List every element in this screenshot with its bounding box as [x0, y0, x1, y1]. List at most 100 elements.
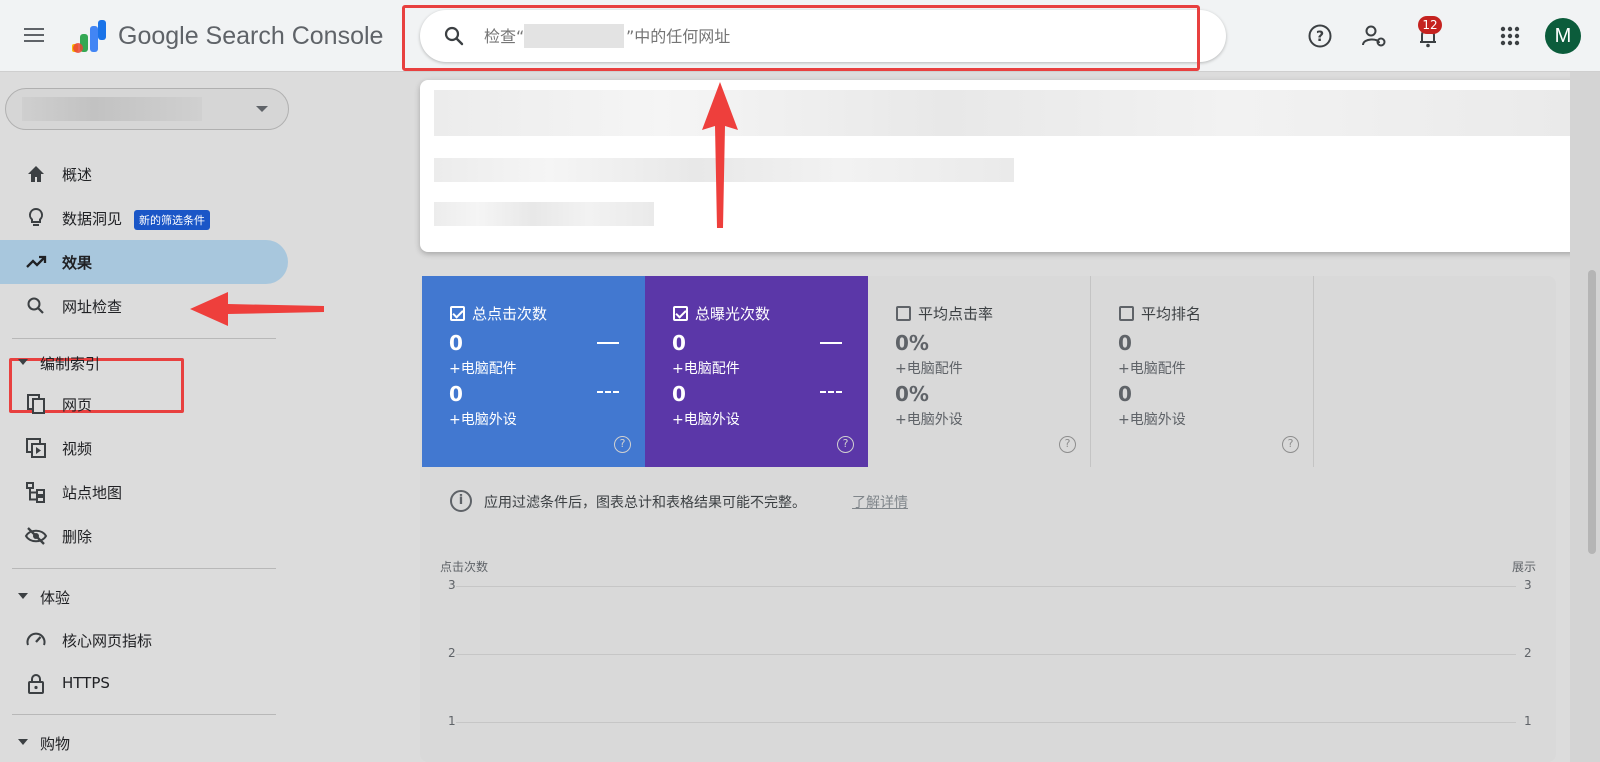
metric-filter-label: +电脑外设 — [895, 412, 963, 428]
sidebar-item-label: 核心网页指标 — [62, 632, 153, 650]
metric-filter-label: +电脑外设 — [1118, 412, 1186, 428]
metric-tile-average-position[interactable]: 平均排名 0 +电脑配件 0 +电脑外设 ? — [1091, 276, 1314, 467]
metric-filter-label: +电脑外设 — [449, 412, 517, 428]
user-settings-icon[interactable] — [1360, 22, 1388, 50]
main-menu-button[interactable] — [22, 24, 46, 48]
sidebar-nav: 概述 数据洞见 新的筛选条件 效果 网址检查 编制索引 网页 视频 站点地图 删… — [0, 72, 300, 762]
sidebar-item-videos[interactable]: 视频 — [0, 426, 288, 470]
y-axis-left-title: 点击次数 — [440, 560, 489, 574]
sitemap-icon — [26, 482, 45, 503]
y-right-tick: 2 — [1524, 646, 1532, 660]
dropdown-caret-icon — [256, 106, 268, 112]
metric-value: 0% — [895, 331, 929, 355]
y-left-tick: 2 — [448, 646, 456, 660]
metric-tile-total-clicks[interactable]: 总点击次数 0 +电脑配件 0 +电脑外设 ? — [422, 276, 645, 467]
y-right-tick: 1 — [1524, 714, 1532, 728]
metric-value: 0 — [1118, 382, 1132, 406]
metric-value: 0 — [1118, 331, 1132, 355]
sidebar-item-label: 概述 — [62, 166, 93, 184]
app-name[interactable]: Google Search Console — [118, 22, 383, 51]
nav-divider — [12, 714, 276, 715]
sidebar-item-insights[interactable]: 数据洞见 新的筛选条件 — [0, 196, 288, 240]
section-indexing[interactable]: 编制索引 — [0, 344, 288, 380]
redacted-property-name — [22, 97, 202, 121]
sidebar-item-label: 数据洞见 — [62, 210, 123, 228]
property-selector[interactable] — [5, 88, 289, 130]
metric-title: 总点击次数 — [472, 305, 548, 323]
metric-value: 0 — [672, 382, 686, 406]
sidebar-item-pages[interactable]: 网页 — [0, 382, 288, 426]
help-circle-icon[interactable]: ? — [1059, 436, 1076, 453]
dashed-line-legend-icon — [820, 391, 842, 393]
annotation-arrow-up — [702, 82, 738, 228]
metric-value: 0 — [449, 382, 463, 406]
help-circle-icon[interactable]: ? — [837, 436, 854, 453]
sidebar-item-overview[interactable]: 概述 — [0, 152, 288, 196]
performance-card: 总点击次数 0 +电脑配件 0 +电脑外设 ? 总曝光次数 0 +电脑配件 0 … — [420, 276, 1556, 762]
collapse-caret-icon — [18, 359, 28, 365]
blurred-suggestion — [434, 90, 1574, 112]
metric-filter-label: +电脑配件 — [1118, 361, 1186, 377]
solid-line-legend-icon — [820, 342, 842, 344]
top-app-bar: Google Search Console ? 12 M — [0, 0, 1600, 72]
help-circle-icon[interactable]: ? — [1282, 436, 1299, 453]
chart-gridline — [456, 586, 1516, 587]
menu-bar — [24, 28, 44, 30]
help-circle-icon[interactable]: ? — [614, 436, 631, 453]
section-experience[interactable]: 体验 — [0, 578, 288, 614]
metric-title: 总曝光次数 — [695, 305, 771, 323]
metric-checkbox[interactable] — [1119, 306, 1134, 321]
y-left-tick: 3 — [448, 578, 456, 592]
section-label: 编制索引 — [40, 355, 101, 373]
page-scrollbar[interactable] — [1588, 270, 1596, 554]
pages-icon — [27, 394, 45, 414]
notifications-badge: 12 — [1418, 16, 1442, 34]
y-right-tick: 3 — [1524, 578, 1532, 592]
search-console-logo-icon — [72, 20, 106, 53]
menu-bar — [24, 34, 44, 36]
account-avatar[interactable]: M — [1545, 18, 1581, 54]
metric-tile-average-ctr[interactable]: 平均点击率 0% +电脑配件 0% +电脑外设 ? — [868, 276, 1091, 467]
menu-bar — [24, 40, 44, 42]
metric-checkbox[interactable] — [450, 306, 465, 321]
metric-tile-total-impressions[interactable]: 总曝光次数 0 +电脑配件 0 +电脑外设 ? — [645, 276, 868, 467]
notice-text: 应用过滤条件后，图表总计和表格结果可能不完整。 — [484, 495, 806, 511]
video-icon — [26, 438, 46, 458]
metric-filter-label: +电脑配件 — [449, 361, 517, 377]
sidebar-item-label: 删除 — [62, 528, 93, 546]
sidebar-item-label: 网页 — [62, 396, 93, 414]
info-icon: i — [450, 490, 472, 512]
help-icon[interactable]: ? — [1306, 22, 1334, 50]
apps-grid-icon[interactable] — [1496, 22, 1524, 50]
metric-checkbox[interactable] — [896, 306, 911, 321]
section-label: 购物 — [40, 735, 71, 753]
sidebar-item-label: 视频 — [62, 440, 93, 458]
y-left-tick: 1 — [448, 714, 456, 728]
url-suggestions-dropdown — [420, 80, 1582, 252]
blurred-suggestion — [434, 202, 654, 226]
sidebar-item-sitemaps[interactable]: 站点地图 — [0, 470, 288, 514]
sidebar-item-performance[interactable]: 效果 — [0, 240, 288, 284]
sidebar-item-label: 网址检查 — [62, 298, 123, 316]
metric-filter-label: +电脑外设 — [672, 412, 740, 428]
metric-value: 0 — [672, 331, 686, 355]
metric-checkbox[interactable] — [673, 306, 688, 321]
section-shopping[interactable]: 购物 — [0, 724, 288, 760]
sidebar-item-https[interactable]: HTTPS — [0, 662, 288, 706]
nav-divider — [12, 338, 276, 339]
learn-more-link[interactable]: 了解详情 — [852, 492, 908, 512]
nav-divider — [12, 568, 276, 569]
metric-title: 平均排名 — [1141, 305, 1202, 323]
y-axis-right-title: 展示 — [1512, 560, 1537, 574]
speed-gauge-icon — [26, 632, 46, 646]
annotation-arrow-left — [190, 292, 324, 326]
dashed-line-legend-icon — [597, 391, 619, 393]
metric-value: 0% — [895, 382, 929, 406]
sidebar-item-label: 站点地图 — [62, 484, 123, 502]
sidebar-item-removals[interactable]: 删除 — [0, 514, 288, 558]
solid-line-legend-icon — [597, 342, 619, 344]
metric-value: 0 — [449, 331, 463, 355]
sidebar-item-core-web-vitals[interactable]: 核心网页指标 — [0, 618, 288, 662]
collapse-caret-icon — [18, 739, 28, 745]
chart-gridline — [456, 654, 1516, 655]
